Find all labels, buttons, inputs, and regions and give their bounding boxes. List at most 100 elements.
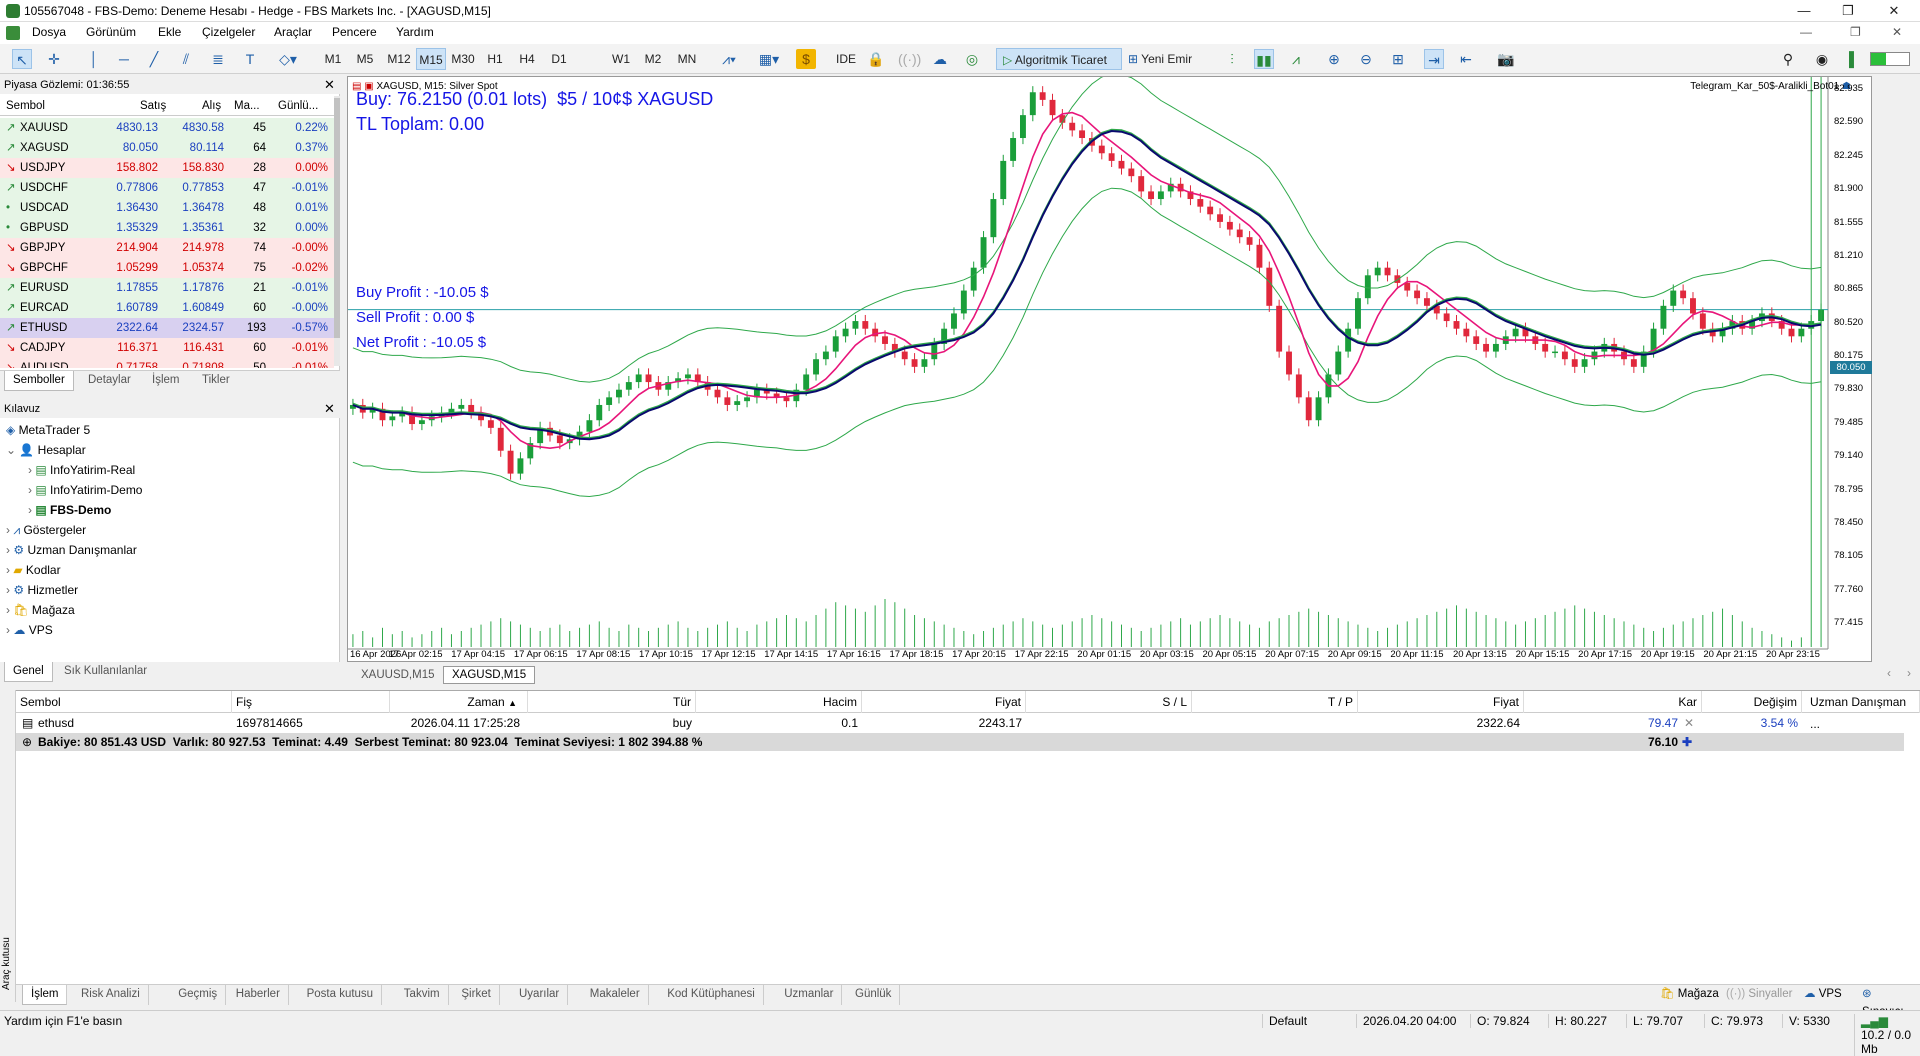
signal-strength-icon[interactable]: ▌	[1844, 49, 1864, 69]
col-spread[interactable]: Ma...	[234, 96, 260, 116]
toolbox-tab[interactable]: Uzmanlar	[776, 985, 843, 1005]
trendline-icon[interactable]: ╱	[144, 49, 164, 69]
toolbox-right-tab[interactable]: 🛍 Mağaza	[1652, 985, 1727, 1005]
market-watch-row[interactable]: ↗ EURCAD 1.60789 1.60849 60 -0.00%	[0, 298, 334, 318]
col-expert[interactable]: Uzman Danışman ...	[1806, 691, 1920, 731]
navigator-close-icon[interactable]: ✕	[324, 400, 335, 418]
market-watch-row[interactable]: ↘ USDJPY 158.802 158.830 28 0.00%	[0, 158, 334, 178]
tile-windows-icon[interactable]: ⊞	[1388, 49, 1408, 69]
tf-h4[interactable]: H4	[514, 48, 540, 70]
nav-account-2[interactable]: › ▤ InfoYatirim-Demo	[28, 480, 142, 500]
indicators-icon[interactable]: ⩘▾	[712, 49, 746, 69]
nav-services[interactable]: › ⚙ Hizmetler	[6, 580, 78, 600]
close-position-icon[interactable]: ✕	[1684, 713, 1694, 733]
toolbox-tab[interactable]: Posta kutusu	[299, 985, 383, 1005]
balance-expand-icon[interactable]: ⊕	[22, 733, 32, 751]
text-tool-icon[interactable]: T	[240, 49, 260, 69]
maximize-icon[interactable]: ❐	[1830, 2, 1866, 20]
market-watch-row[interactable]: ↗ USDCHF 0.77806 0.77853 47 -0.01%	[0, 178, 334, 198]
menu-cizelgeler[interactable]: Çizelgeler	[196, 25, 261, 39]
tab-favorites[interactable]: Sık Kullanılanlar	[56, 662, 155, 682]
market-watch-row[interactable]: ↘ AUDUSD 0.71758 0.71808 50 -0.01%	[0, 358, 334, 368]
chart-window[interactable]: ▤ ▣ XAGUSD, M15: Silver Spot Telegram_Ka…	[347, 73, 1872, 662]
market-watch-row[interactable]: • GBPUSD 1.35329 1.35361 32 0.00%	[0, 218, 334, 238]
col-ticket[interactable]: Fiş	[236, 691, 390, 713]
market-watch-row[interactable]: ↗ XAGUSD 80.050 80.114 64 0.37%	[0, 138, 334, 158]
toolbox-right-tab[interactable]: ((·)) Sinyaller	[1718, 985, 1800, 1005]
toolbox-tab[interactable]: Risk Analizi	[73, 985, 149, 1005]
market-watch-row[interactable]: • USDCAD 1.36430 1.36478 48 0.01%	[0, 198, 334, 218]
col-sl[interactable]: S / L	[1030, 691, 1192, 713]
algo-trading-button[interactable]: ▷ Algoritmik Ticaret	[996, 48, 1122, 70]
tf-m2[interactable]: M2	[640, 48, 666, 70]
toolbox-tab[interactable]: Geçmiş	[170, 985, 227, 1005]
nav-accounts[interactable]: ⌄ 👤 Hesaplar	[6, 440, 86, 460]
search-icon[interactable]: ⚲	[1778, 49, 1798, 69]
templates-icon[interactable]: ▦▾	[752, 49, 786, 69]
tab-tikler[interactable]: Tikler	[194, 371, 238, 391]
toolbox-tab[interactable]: Takvim	[396, 985, 449, 1005]
bar-chart-icon[interactable]: ⫶	[1222, 49, 1242, 69]
tf-h1[interactable]: H1	[482, 48, 508, 70]
nav-market[interactable]: › 🛍 Mağaza	[6, 600, 75, 620]
toolbox-tab[interactable]: Haberler	[228, 985, 289, 1005]
col-change[interactable]: Günlü...	[278, 96, 318, 116]
signal-icon[interactable]: ((·))	[898, 49, 921, 69]
chart-tab-xauusd[interactable]: XAUUSD,M15	[353, 666, 443, 684]
tab-genel[interactable]: Genel	[4, 662, 53, 682]
toolbox-right-tab[interactable]: ☁ VPS	[1796, 985, 1850, 1005]
tf-w1[interactable]: W1	[608, 48, 634, 70]
col-bid[interactable]: Satış	[140, 96, 166, 116]
mdi-close-icon[interactable]: ✕	[1892, 25, 1902, 39]
toolbox-tab[interactable]: Makaleler	[582, 985, 649, 1005]
zoom-out-icon[interactable]: ⊖	[1356, 49, 1376, 69]
col-profit[interactable]: Kar	[1528, 691, 1702, 713]
autoscroll-icon[interactable]: ⇥	[1424, 49, 1444, 69]
tf-d1[interactable]: D1	[546, 48, 572, 70]
market-watch-close-icon[interactable]: ✕	[324, 76, 335, 94]
col-change[interactable]: Değişim	[1706, 691, 1802, 713]
menu-yardim[interactable]: Yardım	[390, 25, 440, 39]
col-type[interactable]: Tür	[532, 691, 696, 713]
nav-account-1[interactable]: › ▤ InfoYatirim-Real	[28, 460, 135, 480]
position-row[interactable]: ▤ ethusd 1697814665 2026.04.11 17:25:28 …	[16, 713, 1920, 733]
menu-dosya[interactable]: Dosya	[26, 25, 72, 39]
col-symbol[interactable]: Sembol	[6, 96, 45, 116]
market-watch-row[interactable]: ↗ ETHUSD 2322.64 2324.57 193 -0.57%	[0, 318, 334, 338]
ide-button[interactable]: IDE	[832, 48, 860, 70]
market-watch-row[interactable]: ↘ CADJPY 116.371 116.431 60 -0.01%	[0, 338, 334, 358]
toolbox-tab[interactable]: Kod Kütüphanesi	[659, 985, 764, 1005]
nav-account-3[interactable]: › ▤ FBS-Demo	[28, 500, 111, 520]
new-order-button[interactable]: ⊞ Yeni Emir	[1128, 48, 1208, 70]
col-ask[interactable]: Alış	[202, 96, 221, 116]
col-cur-price[interactable]: Fiyat	[1362, 691, 1524, 713]
channel-icon[interactable]: ⫽	[176, 49, 196, 69]
nav-experts[interactable]: › ⚙ Uzman Danışmanlar	[6, 540, 137, 560]
shapes-icon[interactable]: ◇▾	[272, 49, 304, 69]
line-chart-icon[interactable]: ⩘	[1286, 49, 1306, 69]
chart-tabs-scroll-left-icon[interactable]: ‹	[1887, 666, 1891, 680]
col-volume[interactable]: Hacim	[700, 691, 862, 713]
cloud-icon[interactable]: ☁	[930, 49, 950, 69]
toolbox-tab[interactable]: Günlük	[847, 985, 901, 1005]
menu-araclar[interactable]: Araçlar	[268, 25, 318, 39]
toolbox-right-tab[interactable]: ⊛ Sınayıcı	[1854, 985, 1920, 1018]
tf-mn[interactable]: MN	[672, 48, 702, 70]
tab-semboller[interactable]: Semboller	[4, 371, 74, 391]
market-watch-row[interactable]: ↗ EURUSD 1.17855 1.17876 21 -0.01%	[0, 278, 334, 298]
horizontal-line-icon[interactable]: ─	[114, 49, 134, 69]
zoom-in-icon[interactable]: ⊕	[1324, 49, 1344, 69]
market-watch-row[interactable]: ↗ XAUUSD 4830.13 4830.58 45 0.22%	[0, 118, 334, 138]
radar-icon[interactable]: ◎	[962, 49, 982, 69]
tf-m30[interactable]: M30	[448, 48, 478, 70]
toolbox-tab[interactable]: İşlem	[22, 985, 68, 1005]
tf-m15[interactable]: M15	[416, 48, 446, 70]
menu-gorunum[interactable]: Görünüm	[80, 25, 142, 39]
toolbox-tab[interactable]: Şirket	[453, 985, 500, 1005]
chart-tabs-scroll-right-icon[interactable]: ›	[1907, 666, 1911, 680]
crosshair-icon[interactable]: ✛	[44, 49, 64, 69]
nav-codes[interactable]: › ▰ Kodlar	[6, 560, 61, 580]
tab-detaylar[interactable]: Detaylar	[80, 371, 139, 391]
tab-islem[interactable]: İşlem	[144, 371, 187, 391]
nav-root[interactable]: ◈ MetaTrader 5	[6, 420, 90, 440]
